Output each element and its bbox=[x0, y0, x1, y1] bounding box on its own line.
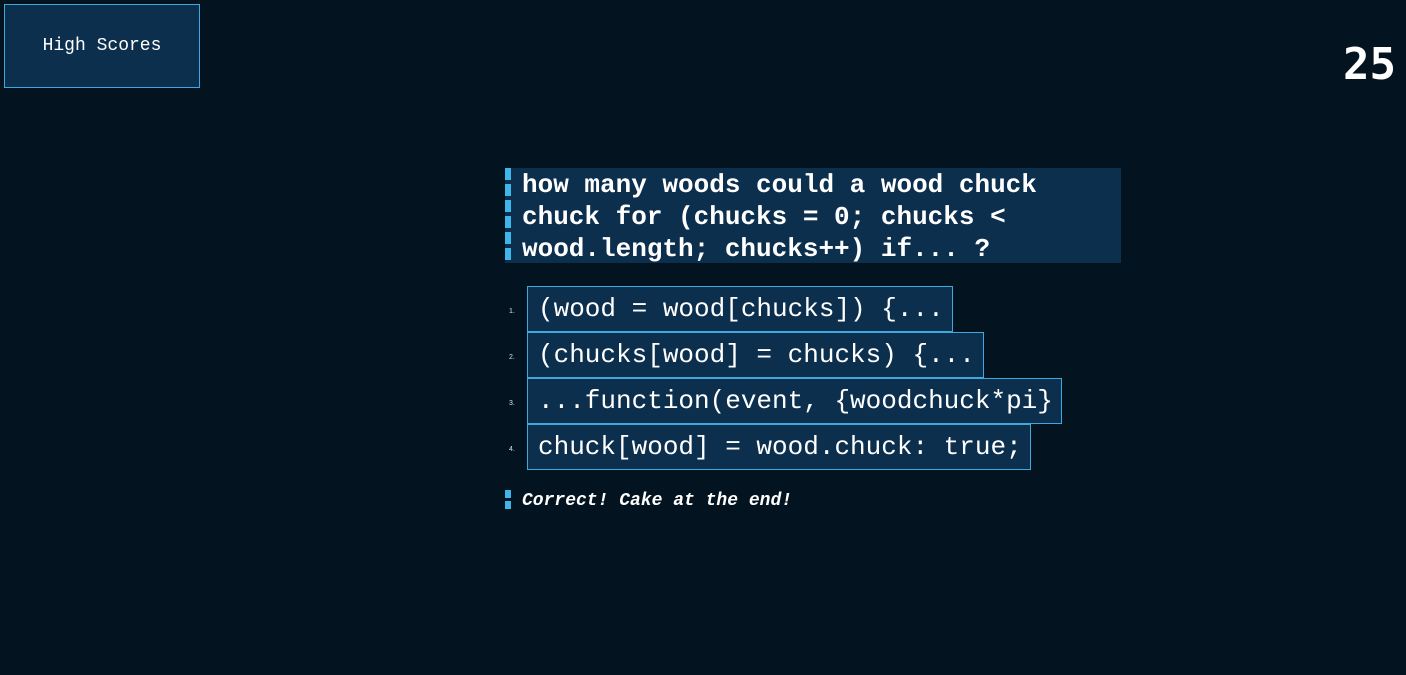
question-accent-bar bbox=[505, 168, 511, 263]
score-counter: 25 bbox=[1343, 39, 1396, 90]
feedback-accent-bar bbox=[505, 490, 511, 512]
answer-number: 2. bbox=[509, 354, 515, 361]
answer-option-2[interactable]: (chucks[wood] = chucks) {... bbox=[527, 332, 984, 378]
answer-number: 1. bbox=[509, 308, 515, 315]
question-panel: how many woods could a wood chuck chuck … bbox=[505, 168, 1121, 264]
answer-option-1[interactable]: (wood = wood[chucks]) {... bbox=[527, 286, 953, 332]
question-text: how many woods could a wood chuck chuck … bbox=[522, 170, 1053, 264]
answer-option-4[interactable]: chuck[wood] = wood.chuck: true; bbox=[527, 424, 1031, 470]
answer-number: 3. bbox=[509, 400, 515, 407]
high-scores-button[interactable]: High Scores bbox=[4, 4, 200, 88]
answer-number: 4. bbox=[509, 446, 515, 453]
answer-option-3[interactable]: ...function(event, {woodchuck*pi} bbox=[527, 378, 1062, 424]
feedback-text: Correct! Cake at the end! bbox=[522, 491, 793, 511]
